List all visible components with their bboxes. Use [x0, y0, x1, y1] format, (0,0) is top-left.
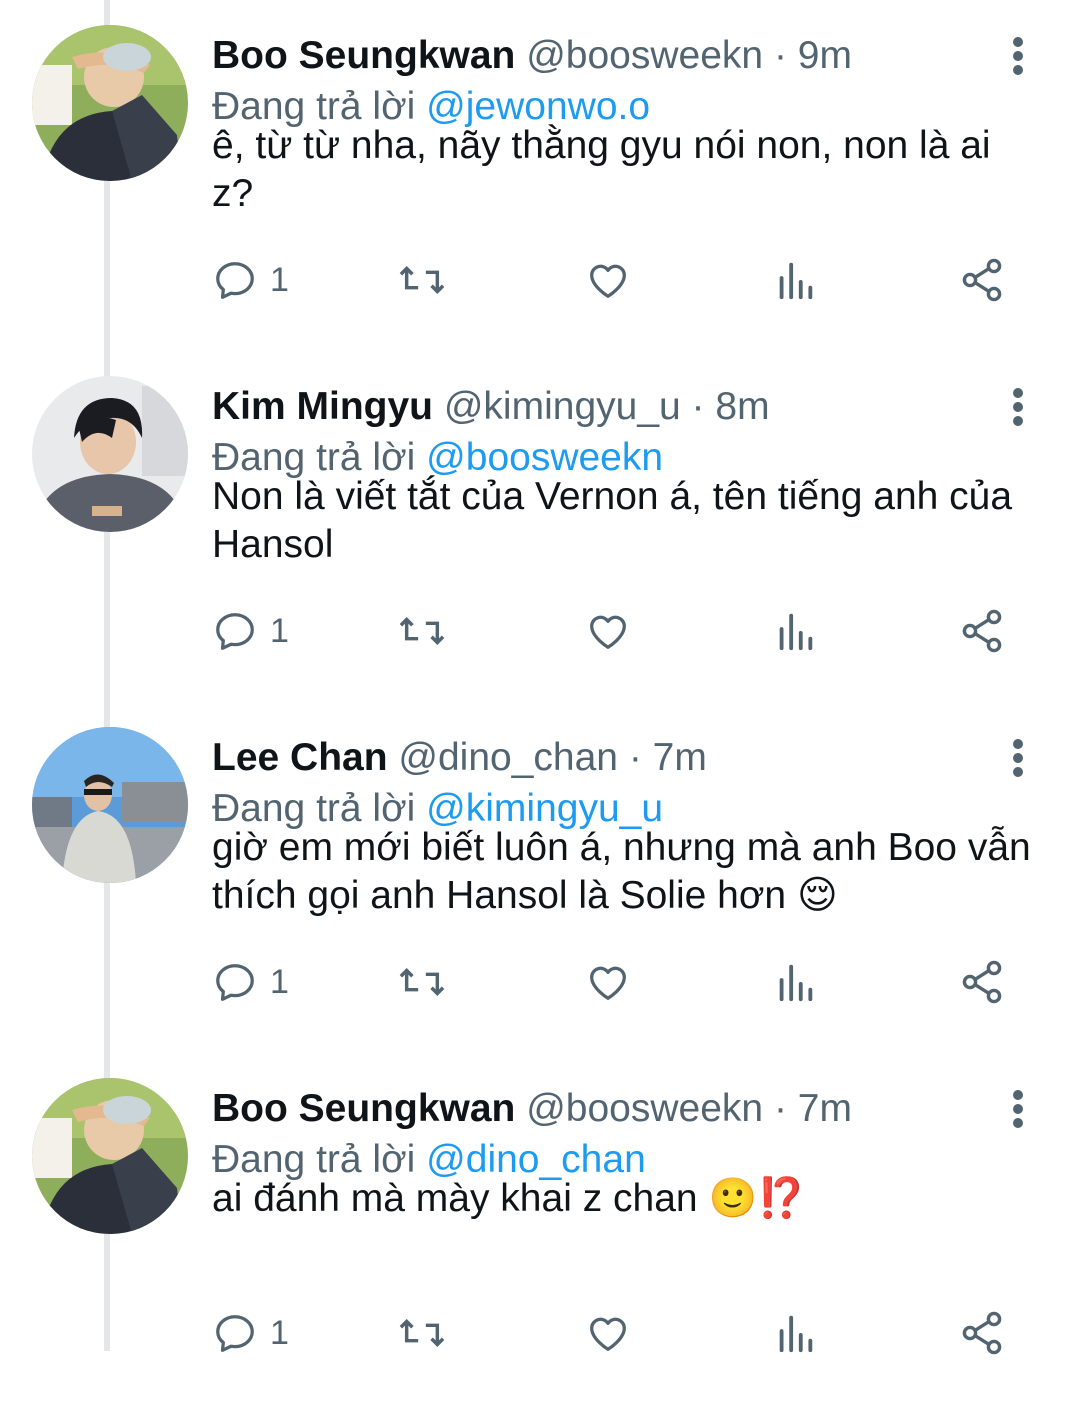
separator-dot: ·: [773, 34, 787, 77]
tweet[interactable]: Lee Chan @dino_chan · 7m Đang trả lời @k…: [0, 702, 1080, 1053]
like-button[interactable]: [584, 252, 632, 308]
author-handle[interactable]: @boosweekn: [526, 1087, 763, 1130]
action-bar: 1: [212, 1305, 1032, 1361]
analytics-icon: [779, 262, 813, 300]
reply-count: 1: [270, 962, 289, 1001]
tweet[interactable]: Kim Mingyu @kimingyu_u · 8m Đang trả lời…: [0, 351, 1080, 702]
reply-button[interactable]: 1: [212, 252, 289, 308]
tweet[interactable]: Boo Seungkwan @boosweekn · 7m Đang trả l…: [0, 1053, 1080, 1404]
action-bar: 1: [212, 603, 1032, 659]
tweet-text: giờ em mới biết luôn á, nhưng mà anh Boo…: [212, 824, 1042, 920]
heart-icon: [590, 615, 626, 649]
share-icon: [962, 1311, 1002, 1355]
reply-button[interactable]: 1: [212, 954, 289, 1010]
retweet-icon: [399, 1319, 445, 1347]
retweet-button[interactable]: [396, 954, 448, 1010]
tweet-text: ê, từ từ nha, nãy thằng gyu nói non, non…: [212, 122, 1042, 218]
views-button[interactable]: [772, 252, 818, 308]
share-button[interactable]: [958, 252, 1006, 308]
comment-icon: [216, 262, 254, 299]
avatar[interactable]: [32, 1078, 188, 1234]
share-icon: [962, 609, 1002, 653]
author-handle[interactable]: @kimingyu_u: [444, 385, 681, 428]
heart-icon: [590, 264, 626, 298]
retweet-button[interactable]: [396, 603, 448, 659]
separator-dot: ·: [691, 385, 705, 428]
retweet-icon: [399, 266, 445, 294]
reply-count: 1: [270, 1313, 289, 1352]
separator-dot: ·: [773, 1087, 787, 1130]
action-bar: 1: [212, 252, 1032, 308]
author-handle[interactable]: @boosweekn: [526, 34, 763, 77]
more-vertical-icon[interactable]: [1000, 1085, 1036, 1133]
avatar[interactable]: [32, 376, 188, 532]
more-vertical-icon[interactable]: [1000, 383, 1036, 431]
emoji-relieved: 😌: [796, 873, 838, 918]
more-vertical-icon[interactable]: [1000, 734, 1036, 782]
share-icon: [962, 258, 1002, 302]
analytics-icon: [779, 1315, 813, 1353]
retweet-button[interactable]: [396, 252, 448, 308]
share-button[interactable]: [958, 1305, 1006, 1361]
timestamp[interactable]: 8m: [715, 385, 769, 428]
retweet-button[interactable]: [396, 1305, 448, 1361]
analytics-icon: [779, 613, 813, 651]
reply-count: 1: [270, 611, 289, 650]
like-button[interactable]: [584, 1305, 632, 1361]
retweet-icon: [399, 617, 445, 645]
comment-icon: [216, 1315, 254, 1352]
timestamp[interactable]: 9m: [798, 34, 852, 77]
like-button[interactable]: [584, 954, 632, 1010]
reply-count: 1: [270, 260, 289, 299]
share-icon: [962, 960, 1002, 1004]
retweet-icon: [399, 968, 445, 996]
tweet-text-content: giờ em mới biết luôn á, nhưng mà anh Boo…: [212, 826, 1031, 917]
tweet-text-content: ê, từ từ nha, nãy thằng gyu nói non, non…: [212, 124, 991, 215]
views-button[interactable]: [772, 603, 818, 659]
share-button[interactable]: [958, 603, 1006, 659]
tweet-text: ai đánh mà mày khai z chan 🙂⁉️: [212, 1175, 1042, 1223]
timestamp[interactable]: 7m: [798, 1087, 852, 1130]
heart-icon: [590, 1317, 626, 1351]
timestamp[interactable]: 7m: [653, 736, 707, 779]
author-name[interactable]: Boo Seungkwan: [212, 1087, 515, 1130]
action-bar: 1: [212, 954, 1032, 1010]
avatar[interactable]: [32, 727, 188, 883]
author-handle[interactable]: @dino_chan: [398, 736, 618, 779]
more-vertical-icon[interactable]: [1000, 32, 1036, 80]
avatar[interactable]: [32, 25, 188, 181]
author-name[interactable]: Boo Seungkwan: [212, 34, 515, 77]
tweet[interactable]: Boo Seungkwan @boosweekn · 9m Đang trả l…: [0, 0, 1080, 351]
reply-button[interactable]: 1: [212, 1305, 289, 1361]
comment-icon: [216, 964, 254, 1001]
share-button[interactable]: [958, 954, 1006, 1010]
reply-button[interactable]: 1: [212, 603, 289, 659]
analytics-icon: [779, 964, 813, 1002]
tweet-text-content: ai đánh mà mày khai z chan: [212, 1177, 709, 1220]
comment-icon: [216, 613, 254, 650]
author-name[interactable]: Lee Chan: [212, 736, 388, 779]
tweet-text-content: Non là viết tắt của Vernon á, tên tiếng …: [212, 475, 1013, 566]
emoji-slight-smile-interrobang: 🙂⁉️: [708, 1176, 806, 1221]
separator-dot: ·: [628, 736, 642, 779]
heart-icon: [590, 966, 626, 1000]
views-button[interactable]: [772, 954, 818, 1010]
like-button[interactable]: [584, 603, 632, 659]
views-button[interactable]: [772, 1305, 818, 1361]
tweet-text: Non là viết tắt của Vernon á, tên tiếng …: [212, 473, 1042, 569]
author-name[interactable]: Kim Mingyu: [212, 385, 433, 428]
